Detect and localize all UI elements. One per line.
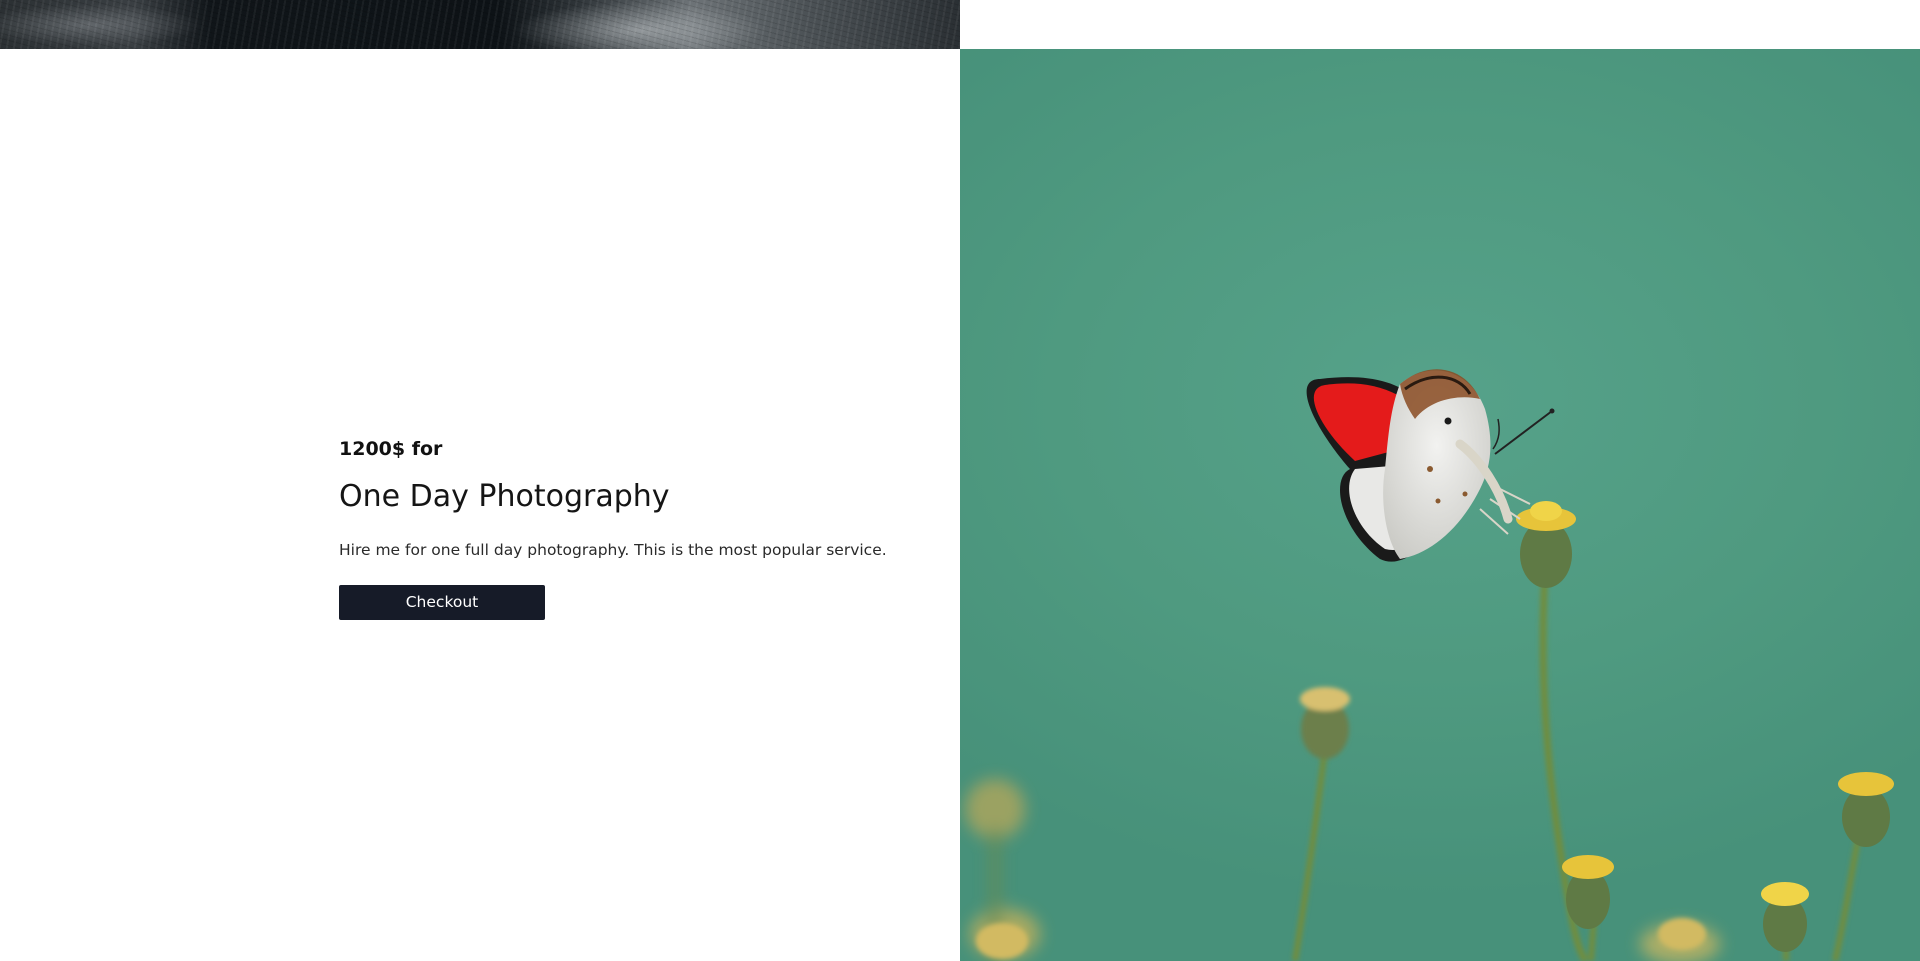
page: 1200$ for One Day Photography Hire me fo… <box>0 0 1920 961</box>
service-offer: 1200$ for One Day Photography Hire me fo… <box>339 436 939 620</box>
photo-texture <box>0 0 960 49</box>
flower-heads <box>976 501 1894 959</box>
service-title: One Day Photography <box>339 479 670 514</box>
butterfly-photo <box>960 49 1920 961</box>
service-price: 1200$ for <box>339 438 443 460</box>
service-description: Hire me for one full day photography. Th… <box>339 541 887 559</box>
checkout-button[interactable]: Checkout <box>339 585 545 620</box>
previous-photo-strip <box>0 0 960 49</box>
butterfly <box>1306 369 1555 562</box>
